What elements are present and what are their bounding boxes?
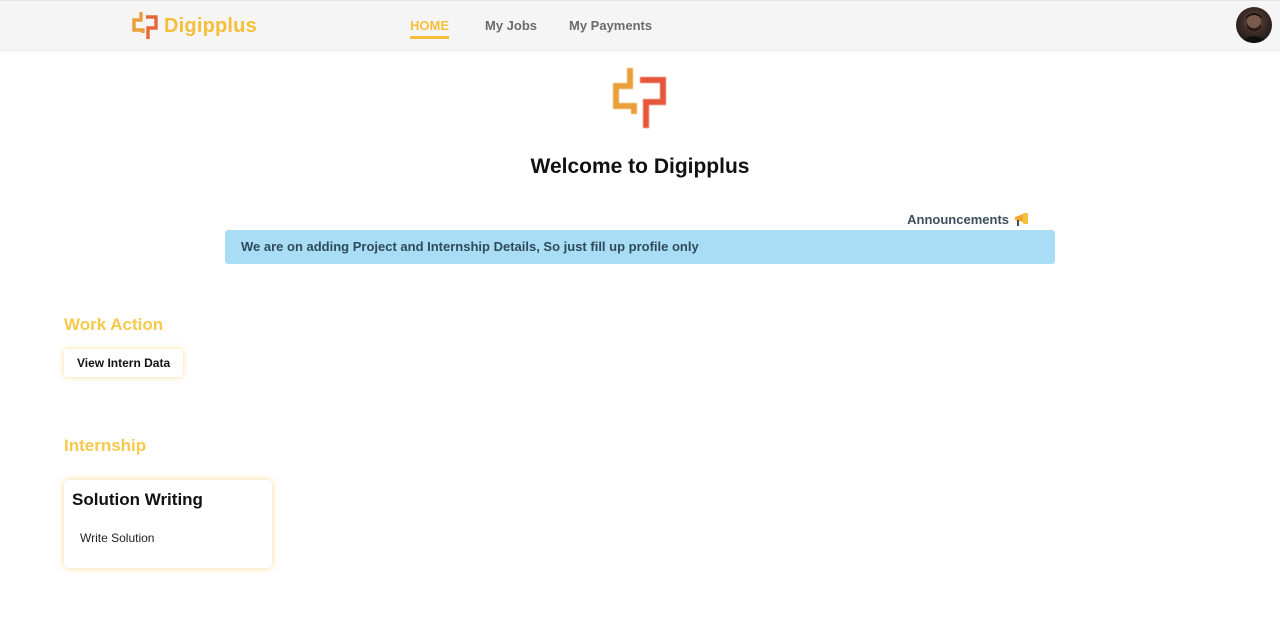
user-avatar[interactable] xyxy=(1236,7,1272,43)
nav-my-jobs-link[interactable]: My Jobs xyxy=(485,18,537,33)
brand-home-link[interactable]: Digipplus xyxy=(132,11,257,41)
announcements-text: Announcements xyxy=(907,211,1009,227)
megaphone-icon xyxy=(1015,213,1028,226)
nav-home-link[interactable]: HOME xyxy=(410,18,449,39)
card-subtitle: Write Solution xyxy=(80,531,155,545)
welcome-heading: Welcome to Digipplus xyxy=(530,155,750,178)
view-intern-data-button[interactable]: View Intern Data xyxy=(64,349,184,377)
announcements-label: Announcements xyxy=(907,211,1031,227)
internship-card-solution-writing[interactable]: Solution Writing Write Solution xyxy=(64,480,272,568)
digipplus-logo-icon xyxy=(132,12,158,39)
work-action-heading: Work Action xyxy=(64,315,164,334)
internship-heading: Internship xyxy=(64,436,147,455)
announcement-banner: We are on adding Project and Internship … xyxy=(225,230,1055,264)
top-navbar: Digipplus HOME My Jobs My Payments xyxy=(0,0,1280,49)
card-title: Solution Writing xyxy=(72,490,203,509)
digipplus-large-logo-icon xyxy=(613,68,666,128)
brand-name: Digipplus xyxy=(164,14,257,37)
nav-my-payments-link[interactable]: My Payments xyxy=(569,18,652,33)
avatar-image xyxy=(1240,13,1268,43)
